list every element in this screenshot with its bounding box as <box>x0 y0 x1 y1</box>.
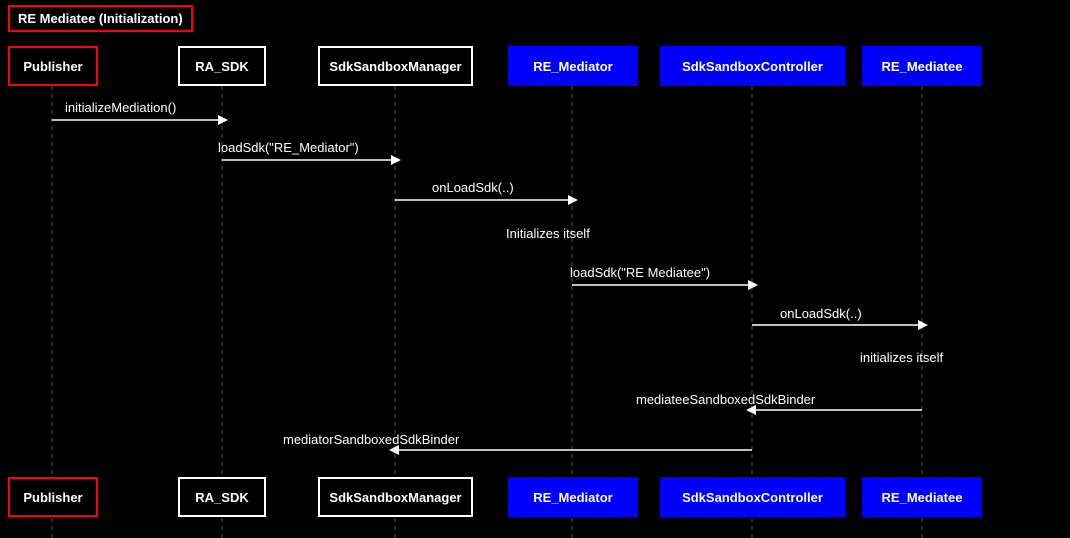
re-mediatee-box-bottom: RE_Mediatee <box>862 477 982 517</box>
msg-initializes-itself-2: initializes itself <box>860 350 943 365</box>
re-mediator-box-bottom: RE_Mediator <box>508 477 638 517</box>
sdk-sandbox-controller-box-top: SdkSandboxController <box>660 46 845 86</box>
msg-initialize-mediation: initializeMediation() <box>65 100 176 115</box>
re-mediatee-box-top: RE_Mediatee <box>862 46 982 86</box>
sdk-sandbox-controller-box-bottom: SdkSandboxController <box>660 477 845 517</box>
msg-on-load-sdk-2: onLoadSdk(..) <box>780 306 862 321</box>
ra-sdk-box-top: RA_SDK <box>178 46 266 86</box>
publisher-box-top: Publisher <box>8 46 98 86</box>
publisher-box-bottom: Publisher <box>8 477 98 517</box>
msg-on-load-sdk-1: onLoadSdk(..) <box>432 180 514 195</box>
msg-load-sdk-re-mediatee: loadSdk("RE Mediatee") <box>570 265 710 280</box>
msg-load-sdk-re-mediator: loadSdk("RE_Mediator") <box>218 140 359 155</box>
sdk-sandbox-manager-box-bottom: SdkSandboxManager <box>318 477 473 517</box>
sdk-sandbox-manager-box-top: SdkSandboxManager <box>318 46 473 86</box>
msg-mediator-sandboxed-sdk-binder: mediatorSandboxedSdkBinder <box>283 432 459 447</box>
diagram-container: RE Mediatee (Initialization) Publisher R… <box>0 0 1070 538</box>
ra-sdk-box-bottom: RA_SDK <box>178 477 266 517</box>
diagram-title: RE Mediatee (Initialization) <box>8 5 193 32</box>
re-mediator-box-top: RE_Mediator <box>508 46 638 86</box>
msg-mediatee-sandboxed-sdk-binder: mediateeSandboxedSdkBinder <box>636 392 815 407</box>
msg-initializes-itself-1: Initializes itself <box>506 226 590 241</box>
